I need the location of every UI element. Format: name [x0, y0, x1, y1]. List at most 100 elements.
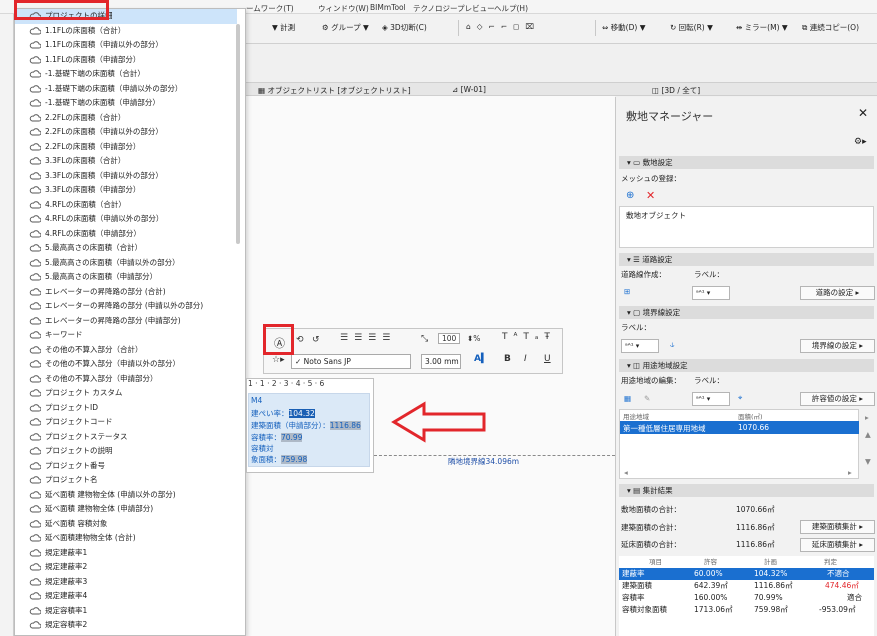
road-create-icon[interactable]: ⊞ — [624, 287, 630, 296]
scroll-right-icon[interactable]: ▸ — [848, 468, 852, 477]
mirror-button[interactable]: ⇹ ミラー(M) ▼ — [736, 22, 788, 33]
pencil-icon[interactable]: ✎ — [644, 394, 650, 403]
dropdown-item[interactable]: 2.2FLの床面積（合計） — [15, 111, 237, 126]
tab-object-list[interactable]: ▦ オブジェクトリスト [オブジェクトリスト] — [258, 85, 411, 96]
dropdown-item[interactable]: その他の不算入部分（合計） — [15, 343, 237, 358]
dropdown-item[interactable]: -1.基礎下端の床面積（申請部分） — [15, 96, 237, 111]
group-button[interactable]: ⚙ グループ ▼ — [322, 22, 369, 33]
dropdown-item[interactable]: -1.基礎下端の床面積（合計） — [15, 67, 237, 82]
scroll-down-arrow-icon[interactable]: ▼ — [865, 457, 871, 466]
dropdown-item[interactable]: 5.最高高さの床面積（合計） — [15, 241, 237, 256]
dropdown-item[interactable]: エレベーターの昇降路の部分 (申請以外の部分) — [15, 299, 237, 314]
scale-icon[interactable]: ⤡ — [421, 334, 428, 344]
dropdown-item[interactable]: エレベーターの昇降路の部分 (申請部分) — [15, 314, 237, 329]
boundary-label-dropdown[interactable]: ᵃᴬ¹ ▾ — [621, 339, 659, 353]
scroll-up-icon[interactable]: ▸ — [865, 413, 869, 422]
font-select[interactable]: ✓ Noto Sans JP — [291, 354, 411, 369]
percent-spinner[interactable]: ⬍% — [467, 334, 480, 343]
view3d-cut-button[interactable]: ◈ 3D切断(C) — [382, 22, 427, 33]
scroll-up-arrow-icon[interactable]: ▲ — [865, 430, 871, 439]
multi-copy-button[interactable]: ⧉ 連続コピー(O) — [802, 22, 859, 33]
dropdown-item[interactable]: 4.RFLの床面積（申請部分） — [15, 227, 237, 242]
italic-icon[interactable]: I — [524, 354, 527, 364]
result-row[interactable]: 建築面積 642.39㎡ 1116.86㎡ 474.46㎡ — [619, 580, 874, 592]
tab-w01[interactable]: ⊿ [W-01] — [452, 85, 486, 94]
dropdown-item[interactable]: 5.最高高さの床面積（申請以外の部分） — [15, 256, 237, 271]
label-text-box[interactable]: M4 建ぺい率：104.32 建築面積（申請部分）：1116.86 容積率：70… — [248, 393, 370, 467]
road-label-dropdown[interactable]: ᵃᴬ¹ ▾ — [692, 286, 730, 300]
road-settings-button[interactable]: 道路の設定 ▸ — [800, 286, 875, 300]
dropdown-item[interactable]: プロジェクトステータス — [15, 430, 237, 445]
toolbar-icons[interactable]: ⌂◇⌐⌐◻⌧ — [466, 22, 540, 31]
allowance-settings-button[interactable]: 許容値の設定 ▸ — [800, 392, 875, 406]
dropdown-item[interactable]: 規定建蔽率1 — [15, 546, 237, 561]
dropdown-item[interactable]: キーワード — [15, 328, 237, 343]
dropdown-item[interactable]: その他の不算入部分（申請部分） — [15, 372, 237, 387]
dropdown-item[interactable]: 3.3FLの床面積（合計） — [15, 154, 237, 169]
dropdown-item[interactable]: 延べ面積建物物全体 (合計) — [15, 531, 237, 546]
zone-table-icon[interactable]: ▦ — [624, 394, 631, 403]
zone-pick-icon[interactable]: ⌖ — [738, 393, 742, 403]
menu-item-help[interactable]: ヘルプ(H) — [494, 3, 528, 14]
dropdown-item[interactable]: プロジェクト番号 — [15, 459, 237, 474]
dropdown-item[interactable]: プロジェクトコード — [15, 415, 237, 430]
dropdown-item[interactable]: プロジェクト名 — [15, 473, 237, 488]
align-icons[interactable]: ☰☰☰☰ — [340, 333, 396, 343]
building-area-calc-button[interactable]: 建築面積集計 ▸ — [800, 520, 875, 534]
autotext-dropdown-list[interactable]: プロジェクトの詳細 1.1FLの床面積（合計） 1.1FLの床面積（申請以外の部分）… — [14, 8, 246, 636]
result-row[interactable]: 建蔽率 60.00% 104.32% 不適合 — [619, 568, 874, 580]
add-icon[interactable]: ⊕ — [626, 190, 634, 201]
result-row[interactable]: 容積率 160.00% 70.99% 適合 — [619, 592, 874, 604]
dropdown-item[interactable]: その他の不算入部分（申請以外の部分） — [15, 357, 237, 372]
favorite-icon[interactable]: ☆▸ — [272, 355, 285, 365]
dropdown-item[interactable]: 規定容積率2 — [15, 618, 237, 633]
dropdown-item[interactable]: 4.RFLの床面積（合計） — [15, 198, 237, 213]
dropdown-item[interactable]: 1.1FLの床面積（申請以外の部分） — [15, 38, 237, 53]
underline-icon[interactable]: U — [544, 354, 551, 364]
dropdown-item[interactable]: 規定建蔽率2 — [15, 560, 237, 575]
boundary-settings-button[interactable]: 境界線の設定 ▸ — [800, 339, 875, 353]
move-button[interactable]: ⇔ 移動(D) ▼ — [602, 22, 645, 33]
dropdown-item[interactable]: 5.最高高さの床面積（申請部分） — [15, 270, 237, 285]
dropdown-item[interactable]: 延べ面積 建物物全体 (申請部分) — [15, 502, 237, 517]
text-color-icon[interactable]: A▍ — [474, 354, 488, 364]
dropdown-item[interactable]: 2.2FLの床面積（申請以外の部分） — [15, 125, 237, 140]
calc-button[interactable]: ▼ 計測 — [272, 22, 295, 33]
dropdown-item[interactable]: 規定建蔽率3 — [15, 575, 237, 590]
dropdown-item[interactable]: -1.基礎下端の床面積（申請以外の部分） — [15, 82, 237, 97]
dropdown-item[interactable]: プロジェクトの説明 — [15, 444, 237, 459]
menu-item-bimmtool[interactable]: BIMmTool — [370, 3, 406, 12]
dropdown-item[interactable]: 2.2FLの床面積（申請部分） — [15, 140, 237, 155]
dropdown-scrollbar[interactable] — [236, 24, 240, 244]
link-icon[interactable]: ⟲ — [296, 335, 304, 345]
bold-icon[interactable]: B — [504, 354, 511, 364]
boundary-icon[interactable]: ⫝ — [670, 340, 674, 350]
close-icon[interactable]: ✕ — [858, 106, 868, 120]
site-object-list[interactable]: 敷地オブジェクト — [619, 206, 874, 248]
menu-item-window[interactable]: ウィンドウ(W) — [318, 3, 369, 14]
scroll-left-icon[interactable]: ◂ — [624, 468, 628, 477]
text-height-input[interactable]: 3.00 mm — [421, 354, 461, 369]
dropdown-item[interactable]: 延べ面積 容積対象 — [15, 517, 237, 532]
rotate-button[interactable]: ↻ 回転(R) ▼ — [670, 22, 713, 33]
dropdown-item[interactable]: 1.1FLの床面積（合計） — [15, 24, 237, 39]
dropdown-item[interactable]: エレベーターの昇降路の部分 (合計) — [15, 285, 237, 300]
dropdown-item[interactable]: 規定容積率1 — [15, 604, 237, 619]
scale-input[interactable]: 100 — [438, 333, 461, 344]
menu-item-framework[interactable]: ームワーク(T) — [246, 3, 294, 14]
dropdown-item[interactable]: プロジェクトID — [15, 401, 237, 416]
menu-item-tech-preview[interactable]: テクノロジープレビュー — [413, 3, 495, 14]
site-object-item[interactable]: 敷地オブジェクト — [626, 210, 686, 221]
result-row[interactable]: 容積対象面積 1713.06㎡ 759.98㎡ -953.09㎡ — [619, 604, 874, 616]
dropdown-item[interactable]: プロジェクト カスタム — [15, 386, 237, 401]
case-icons[interactable]: TᴬTₐŦ — [502, 332, 556, 342]
settings-gear-icon[interactable]: ⚙▸ — [854, 137, 867, 147]
dropdown-item[interactable]: 延べ面積 建物物全体 (申請以外の部分) — [15, 488, 237, 503]
dropdown-item[interactable]: 4.RFLの床面積（申請以外の部分） — [15, 212, 237, 227]
dropdown-item[interactable]: 3.3FLの床面積（申請部分） — [15, 183, 237, 198]
undo-icon[interactable]: ↺ — [312, 335, 320, 345]
dropdown-item[interactable]: 3.3FLの床面積（申請以外の部分） — [15, 169, 237, 184]
delete-icon[interactable]: ✕ — [646, 189, 655, 202]
floor-area-calc-button[interactable]: 延床面積集計 ▸ — [800, 538, 875, 552]
zone-label-dropdown[interactable]: ᵃᴬ¹ ▾ — [692, 392, 730, 406]
